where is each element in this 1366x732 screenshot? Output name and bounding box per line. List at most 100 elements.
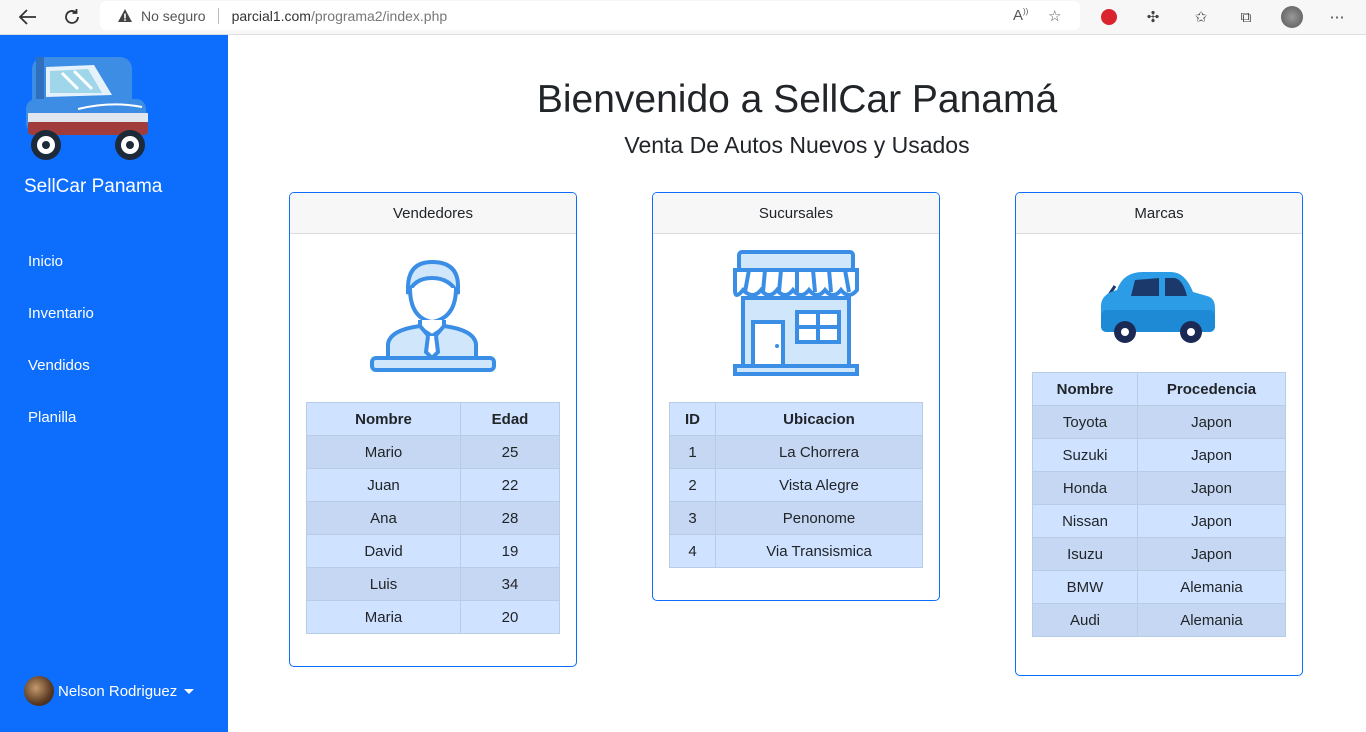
- car-icon: [1101, 272, 1215, 343]
- table-cell: Japon: [1137, 438, 1286, 472]
- table-row: BMW Alemania: [1032, 570, 1286, 604]
- table-row: Juan 22: [306, 468, 560, 502]
- page-subtitle: Venta De Autos Nuevos y Usados: [624, 132, 970, 158]
- table-row: 4 Via Transismica: [669, 534, 923, 568]
- card-header-marcas: Marcas: [1016, 193, 1302, 234]
- brand-name[interactable]: SellCar Panama: [24, 176, 162, 198]
- marcas-table: Nombre Procedencia Toyota Japon Suzuki Jap…: [1032, 372, 1286, 637]
- more-menu-icon[interactable]: ⋯: [1326, 6, 1348, 28]
- url-host: parcial1.com: [231, 7, 311, 24]
- caret-down-icon: [184, 688, 195, 694]
- table-header: Nombre: [1032, 372, 1138, 406]
- card-marcas: Marcas Nombre Procedencia Toyota Japon Su…: [1015, 192, 1303, 676]
- read-aloud-icon[interactable]: A)): [1013, 7, 1028, 24]
- table-cell: Japon: [1137, 471, 1286, 505]
- favorite-add-icon[interactable]: ☆: [1048, 7, 1061, 25]
- table-cell: Isuzu: [1032, 537, 1138, 571]
- table-cell: BMW: [1032, 570, 1138, 604]
- sidebar-menu: Inicio Inventario Vendidos Planilla: [0, 235, 228, 443]
- back-arrow-icon[interactable]: [14, 4, 42, 30]
- table-cell: Luis: [306, 567, 461, 601]
- table-row: 3 Penonome: [669, 501, 923, 535]
- table-header: Procedencia: [1137, 372, 1286, 406]
- table-cell: La Chorrera: [715, 435, 923, 469]
- table-cell: David: [306, 534, 461, 568]
- reload-icon[interactable]: [58, 4, 86, 30]
- table-cell: 19: [460, 534, 560, 568]
- table-row: Honda Japon: [1032, 471, 1286, 505]
- url-path: /programa2/index.php: [310, 7, 448, 24]
- table-header: Nombre: [306, 402, 461, 436]
- table-cell: Toyota: [1032, 405, 1138, 439]
- table-cell: Japon: [1137, 537, 1286, 571]
- table-cell: 28: [460, 501, 560, 535]
- table-cell: Alemania: [1137, 603, 1286, 637]
- table-row: Isuzu Japon: [1032, 537, 1286, 571]
- table-cell: Mario: [306, 435, 461, 469]
- sidebar-item-planilla[interactable]: Planilla: [0, 391, 228, 443]
- extensions-puzzle-icon[interactable]: ✣: [1142, 6, 1164, 28]
- table-row: Toyota Japon: [1032, 405, 1286, 439]
- security-label[interactable]: No seguro: [141, 8, 206, 24]
- table-cell: Japon: [1137, 405, 1286, 439]
- table-row: 2 Vista Alegre: [669, 468, 923, 502]
- car-logo-icon[interactable]: [22, 51, 152, 163]
- table-row: Suzuki Japon: [1032, 438, 1286, 472]
- address-bar[interactable]: No seguro parcial1.com/programa2/index.p…: [100, 1, 1080, 30]
- table-cell: Juan: [306, 468, 461, 502]
- table-cell: Penonome: [715, 501, 923, 535]
- table-cell: Audi: [1032, 603, 1138, 637]
- table-row: Maria 20: [306, 600, 560, 634]
- user-menu[interactable]: Nelson Rodriguez: [24, 676, 195, 706]
- salesperson-icon: [370, 259, 496, 372]
- profile-avatar-icon[interactable]: [1281, 6, 1303, 28]
- table-cell: 20: [460, 600, 560, 634]
- table-row: 1 La Chorrera: [669, 435, 923, 469]
- table-row: David 19: [306, 534, 560, 568]
- table-cell: 4: [669, 534, 716, 568]
- sidebar-item-inventario[interactable]: Inventario: [0, 287, 228, 339]
- card-vendedores: Vendedores Nombre Edad Mario 25 Juan 22 An…: [289, 192, 577, 667]
- table-cell: Nissan: [1032, 504, 1138, 538]
- sidebar-item-inicio[interactable]: Inicio: [0, 235, 228, 287]
- url-text[interactable]: parcial1.com/programa2/index.php: [232, 8, 448, 24]
- table-cell: 34: [460, 567, 560, 601]
- table-cell: 2: [669, 468, 716, 502]
- address-divider: [217, 7, 219, 24]
- collections-icon[interactable]: ⧉: [1235, 6, 1257, 28]
- sucursales-table: ID Ubicacion 1 La Chorrera 2 Vista Alegre …: [669, 402, 923, 568]
- table-cell: Suzuki: [1032, 438, 1138, 472]
- table-cell: Japon: [1137, 504, 1286, 538]
- card-sucursales: Sucursales ID Ubicacion 1 La Chorrera 2 Vi…: [652, 192, 940, 601]
- table-cell: Maria: [306, 600, 461, 634]
- sidebar: SellCar Panama Inicio Inventario Vendido…: [0, 35, 228, 732]
- warning-icon: [118, 8, 132, 22]
- table-row: Nissan Japon: [1032, 504, 1286, 538]
- table-header: Ubicacion: [715, 402, 923, 436]
- table-cell: Vista Alegre: [715, 468, 923, 502]
- sidebar-item-vendidos[interactable]: Vendidos: [0, 339, 228, 391]
- table-row: Ana 28: [306, 501, 560, 535]
- table-header: Edad: [460, 402, 560, 436]
- user-name: Nelson Rodriguez: [58, 682, 178, 700]
- browser-toolbar: No seguro parcial1.com/programa2/index.p…: [0, 0, 1366, 35]
- table-cell: 25: [460, 435, 560, 469]
- store-icon: [733, 250, 859, 376]
- card-header-vendedores: Vendedores: [290, 193, 576, 234]
- table-cell: 22: [460, 468, 560, 502]
- table-header: ID: [669, 402, 716, 436]
- card-header-sucursales: Sucursales: [653, 193, 939, 234]
- vendedores-table: Nombre Edad Mario 25 Juan 22 Ana 28 David 19…: [306, 402, 560, 634]
- table-cell: Via Transismica: [715, 534, 923, 568]
- table-row: Audi Alemania: [1032, 603, 1286, 637]
- favorites-icon[interactable]: ✩: [1190, 6, 1212, 28]
- extension-red-icon[interactable]: [1098, 6, 1120, 28]
- user-avatar: [24, 676, 54, 706]
- table-cell: Alemania: [1137, 570, 1286, 604]
- table-cell: 3: [669, 501, 716, 535]
- table-row: Luis 34: [306, 567, 560, 601]
- page-title: Bienvenido a SellCar Panamá: [536, 78, 1058, 121]
- table-cell: Honda: [1032, 471, 1138, 505]
- table-cell: Ana: [306, 501, 461, 535]
- table-cell: 1: [669, 435, 716, 469]
